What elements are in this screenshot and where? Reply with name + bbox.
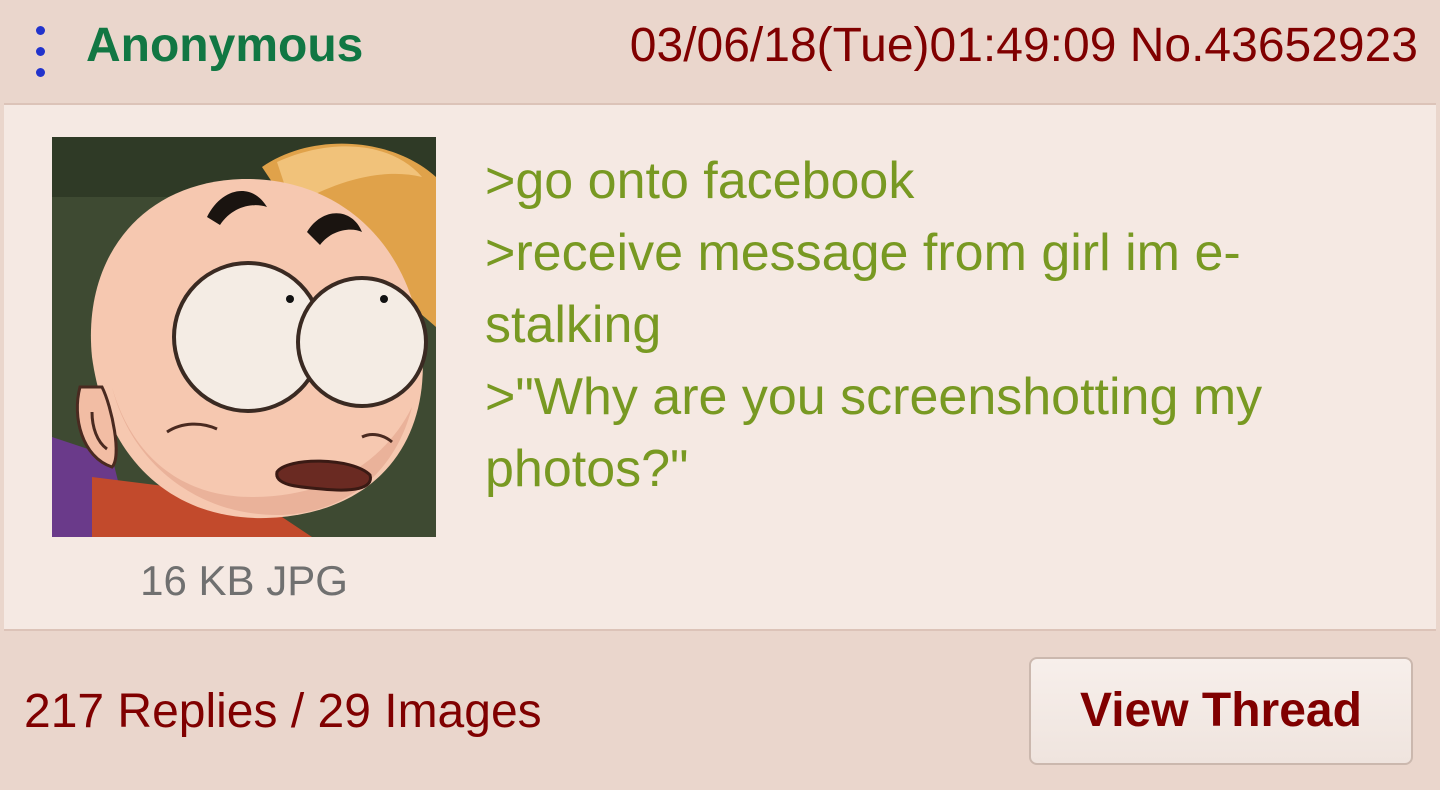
post-header: Anonymous 03/06/18(Tue)01:49:09 No.43652…: [0, 0, 1440, 100]
post-meta: 03/06/18(Tue)01:49:09 No.43652923: [630, 18, 1418, 73]
comment-line: stalking: [485, 296, 662, 354]
post-footer: 217 Replies / 29 Images View Thread: [0, 634, 1440, 790]
post-card: Anonymous 03/06/18(Tue)01:49:09 No.43652…: [0, 0, 1440, 790]
poster-name: Anonymous: [86, 19, 364, 72]
post-number[interactable]: No.43652923: [1130, 19, 1418, 72]
post-date: 03/06/18(Tue)01:49:09: [629, 19, 1117, 72]
post-body: 16 KB JPG >go onto facebook >receive mes…: [4, 103, 1436, 631]
view-thread-button[interactable]: View Thread: [1029, 657, 1413, 765]
comment-line: >go onto facebook: [485, 152, 915, 210]
file-info: 16 KB JPG: [140, 557, 348, 604]
comment-line: photos?": [485, 440, 689, 498]
post-comment: >go onto facebook >receive message from …: [485, 145, 1385, 505]
vertical-dots-icon[interactable]: [31, 26, 51, 78]
comment-line: >receive message from girl im e-: [485, 224, 1241, 282]
post-thumbnail[interactable]: [52, 137, 436, 537]
reply-summary: 217 Replies / 29 Images: [24, 685, 542, 738]
comment-line: >"Why are you screenshotting my: [485, 368, 1263, 426]
